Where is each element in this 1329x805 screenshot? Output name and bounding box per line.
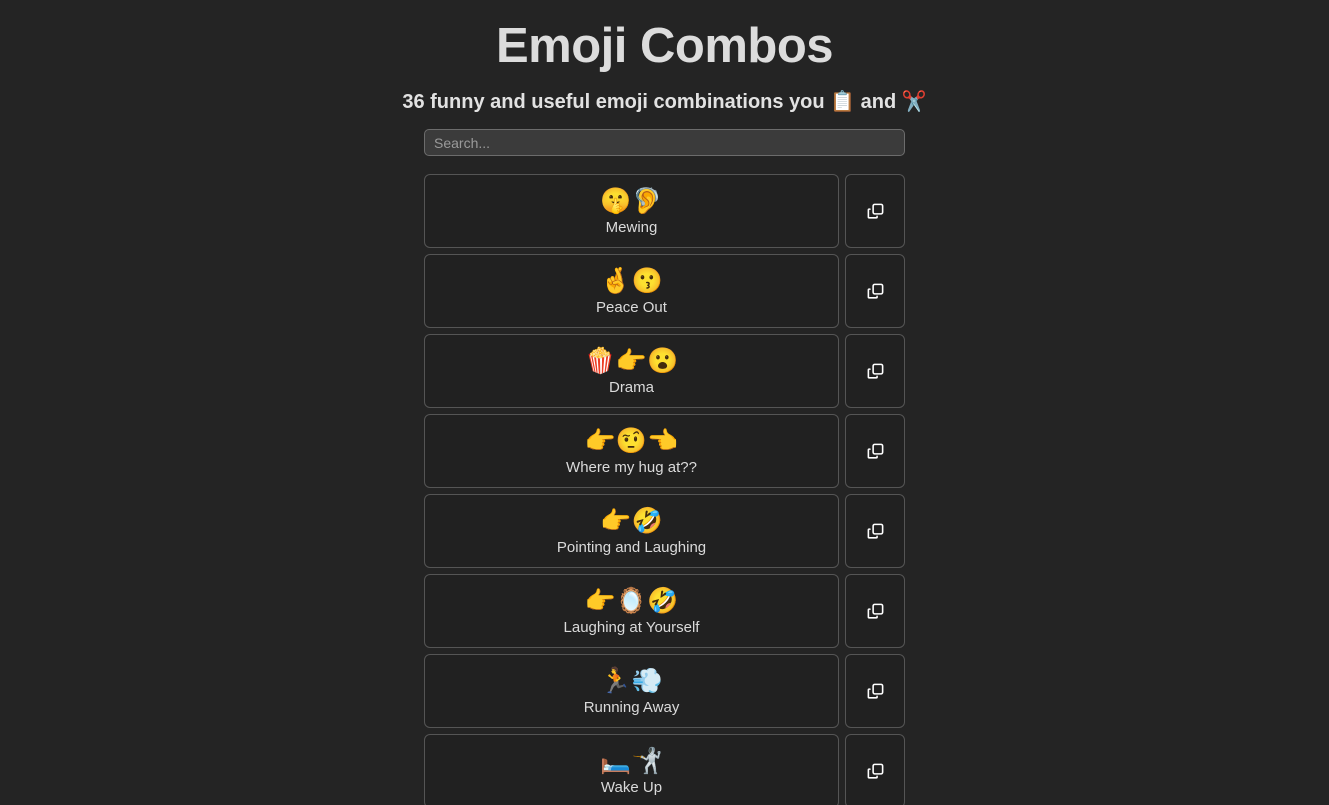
combo-emoji: 🤞😗 — [600, 266, 663, 295]
combo-emoji: 🍿👉😮 — [584, 346, 679, 375]
combo-card[interactable]: 🤫🦻 Mewing — [424, 174, 839, 249]
combo-label: Where my hug at?? — [566, 458, 697, 476]
copy-button[interactable] — [845, 734, 905, 805]
copy-icon — [867, 443, 883, 459]
copy-button[interactable] — [845, 654, 905, 729]
copy-button[interactable] — [845, 254, 905, 329]
copy-icon — [867, 683, 883, 699]
emoji-combos-page: Emoji Combos 36 funny and useful emoji c… — [0, 0, 1329, 805]
copy-icon — [867, 203, 883, 219]
copy-icon — [867, 603, 883, 619]
combo-card[interactable]: 🍿👉😮 Drama — [424, 334, 839, 409]
combo-label: Wake Up — [600, 778, 663, 796]
combo-label: Running Away — [583, 698, 680, 716]
combo-emoji: 🏃💨 — [600, 666, 663, 695]
combo-row: 🤫🦻 Mewing — [424, 174, 905, 249]
combo-row: 👉🪞🤣 Laughing at Yourself — [424, 574, 905, 649]
combo-card[interactable]: 👉🤨👈 Where my hug at?? — [424, 414, 839, 489]
combo-emoji: 🛏️🤺 — [600, 746, 663, 775]
combo-card[interactable]: 🤞😗 Peace Out — [424, 254, 839, 329]
copy-button[interactable] — [845, 414, 905, 489]
combo-label: Laughing at Yourself — [563, 618, 700, 636]
combo-label: Mewing — [605, 218, 658, 236]
combo-card[interactable]: 🛏️🤺 Wake Up — [424, 734, 839, 805]
combo-row: 👉🤣 Pointing and Laughing — [424, 494, 905, 569]
combo-label: Pointing and Laughing — [556, 538, 707, 556]
copy-icon — [867, 363, 883, 379]
combo-row: 🍿👉😮 Drama — [424, 334, 905, 409]
page-subtitle: 36 funny and useful emoji combinations y… — [402, 91, 927, 114]
combo-label: Drama — [608, 378, 654, 396]
search-input[interactable] — [424, 129, 905, 157]
copy-icon — [867, 523, 883, 539]
copy-button[interactable] — [845, 174, 905, 249]
combo-row: 👉🤨👈 Where my hug at?? — [424, 414, 905, 489]
combo-emoji: 👉🤣 — [600, 506, 663, 535]
combo-card[interactable]: 👉🤣 Pointing and Laughing — [424, 494, 839, 569]
combo-emoji: 🤫🦻 — [600, 186, 663, 215]
content-wrap: 🤫🦻 Mewing 🤞😗 Peace Out 🍿👉😮 Drama 👉🤨👈 Where my h… — [424, 114, 905, 805]
copy-button[interactable] — [845, 494, 905, 569]
combo-emoji: 👉🤨👈 — [584, 426, 679, 455]
copy-icon — [867, 283, 883, 299]
combo-label: Peace Out — [596, 298, 667, 316]
copy-button[interactable] — [845, 574, 905, 649]
combo-card[interactable]: 🏃💨 Running Away — [424, 654, 839, 729]
combo-list: 🤫🦻 Mewing 🤞😗 Peace Out 🍿👉😮 Drama 👉🤨👈 Where my h… — [424, 174, 905, 805]
combo-row: 🛏️🤺 Wake Up — [424, 734, 905, 805]
page-title: Emoji Combos — [495, 19, 834, 73]
combo-card[interactable]: 👉🪞🤣 Laughing at Yourself — [424, 574, 839, 649]
combo-row: 🤞😗 Peace Out — [424, 254, 905, 329]
copy-button[interactable] — [845, 334, 905, 409]
combo-emoji: 👉🪞🤣 — [584, 586, 679, 615]
combo-row: 🏃💨 Running Away — [424, 654, 905, 729]
copy-icon — [867, 763, 883, 779]
